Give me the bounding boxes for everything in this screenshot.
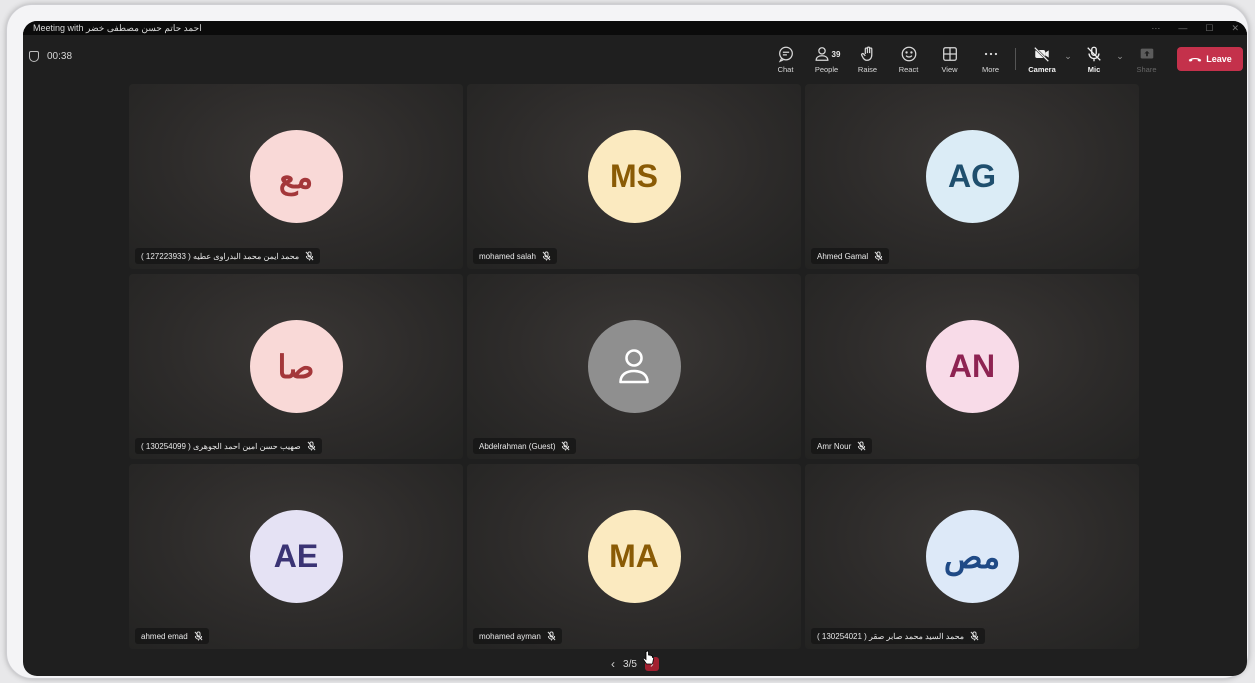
- camera-options-chevron-icon[interactable]: ⌄: [1062, 51, 1074, 62]
- device-frame: Meeting with احمد حاتم حسن مصطفى خضر ⋯ —…: [6, 4, 1249, 679]
- smiley-icon: [901, 46, 916, 61]
- mic-off-icon: [1087, 46, 1101, 61]
- minimize-icon[interactable]: —: [1178, 21, 1187, 35]
- gallery-pager: ‹ 3/5 ›: [23, 652, 1247, 676]
- avatar: MA: [587, 510, 681, 603]
- mic-muted-icon: [547, 631, 556, 641]
- participant-tile[interactable]: مع محمد ايمن محمد البدراوى عطيه ( 127223…: [129, 84, 463, 269]
- view-button[interactable]: View: [929, 41, 970, 77]
- people-icon: [815, 46, 829, 61]
- person-placeholder-icon: [619, 348, 649, 383]
- participant-tile[interactable]: Abdelrahman (Guest): [467, 274, 801, 459]
- share-button[interactable]: Share: [1126, 41, 1167, 77]
- participant-tile[interactable]: MS mohamed salah: [467, 84, 801, 269]
- participant-tile[interactable]: AN Amr Nour: [805, 274, 1139, 459]
- more-button[interactable]: More: [970, 41, 1011, 77]
- camera-off-icon: [1033, 46, 1050, 62]
- chat-button[interactable]: Chat: [765, 41, 806, 77]
- participant-tile[interactable]: صا صهيب حسن امين احمد الجوهرى ( 13025409…: [129, 274, 463, 459]
- mic-button[interactable]: Mic: [1074, 41, 1114, 77]
- participant-name: صهيب حسن امين احمد الجوهرى ( 130254099 ): [141, 441, 301, 451]
- avatar: MS: [587, 130, 681, 223]
- mic-options-chevron-icon[interactable]: ⌄: [1114, 51, 1126, 62]
- react-button[interactable]: React: [888, 41, 929, 77]
- hand-icon: [860, 45, 872, 61]
- participant-tile[interactable]: MA mohamed ayman: [467, 464, 801, 649]
- raise-hand-button[interactable]: Raise: [847, 41, 888, 77]
- share-screen-icon: [1140, 48, 1153, 58]
- maximize-icon[interactable]: ☐: [1205, 21, 1213, 35]
- leave-button[interactable]: Leave: [1177, 47, 1243, 71]
- participant-name: ahmed emad: [141, 631, 188, 641]
- avatar: [587, 320, 681, 413]
- participant-name: محمد السيد محمد صابر صقر ( 130254021 ): [817, 631, 965, 641]
- toolbar-actions: Chat 39 People Raise React View More Cam…: [765, 41, 1247, 77]
- more-options-icon[interactable]: ⋯: [1151, 21, 1160, 35]
- participant-name-chip: محمد السيد محمد صابر صقر ( 130254021 ): [811, 628, 986, 644]
- participant-name: Amr Nour: [817, 441, 852, 451]
- participant-tile[interactable]: AE ahmed emad: [129, 464, 463, 649]
- participant-name: mohamed salah: [479, 251, 536, 261]
- participant-name-chip: ahmed emad: [135, 628, 209, 644]
- people-count: 39: [831, 50, 841, 59]
- avatar: مص: [925, 510, 1019, 603]
- participant-tile[interactable]: AG Ahmed Gamal: [805, 84, 1139, 269]
- close-icon[interactable]: ✕: [1231, 21, 1239, 35]
- window-title: Meeting with احمد حاتم حسن مصطفى خضر: [33, 23, 202, 33]
- participant-name-chip: Amr Nour: [811, 438, 873, 454]
- mouse-pointer-icon: [643, 650, 655, 665]
- mic-muted-icon: [562, 441, 570, 451]
- mic-muted-icon: [874, 251, 883, 261]
- participant-name-chip: صهيب حسن امين احمد الجوهرى ( 130254099 ): [135, 438, 322, 454]
- mic-muted-icon: [305, 251, 314, 261]
- mic-muted-icon: [970, 631, 979, 641]
- participant-name-chip: محمد ايمن محمد البدراوى عطيه ( 127223933…: [135, 248, 321, 264]
- participant-name-chip: mohamed salah: [473, 248, 557, 264]
- grid-view-icon: [942, 46, 957, 61]
- toolbar-divider: [1015, 48, 1016, 70]
- teams-meeting-window: Meeting with احمد حاتم حسن مصطفى خضر ⋯ —…: [23, 21, 1247, 676]
- participant-tile[interactable]: مص محمد السيد محمد صابر صقر ( 130254021 …: [805, 464, 1139, 649]
- avatar: مع: [249, 130, 343, 223]
- camera-button[interactable]: Camera: [1022, 41, 1062, 77]
- mic-muted-icon: [857, 441, 866, 451]
- participant-name: محمد ايمن محمد البدراوى عطيه ( 127223933…: [141, 251, 300, 261]
- mic-muted-icon: [542, 251, 551, 261]
- participant-name: Ahmed Gamal: [817, 251, 869, 261]
- window-controls: ⋯ — ☐ ✕: [1151, 21, 1239, 35]
- mic-muted-icon: [194, 631, 203, 641]
- ellipsis-icon: [984, 52, 997, 55]
- page-indicator: 3/5: [623, 658, 637, 670]
- mic-muted-icon: [307, 441, 316, 451]
- people-button[interactable]: 39 People: [806, 41, 847, 77]
- title-bar: Meeting with احمد حاتم حسن مصطفى خضر ⋯ —…: [23, 21, 1247, 35]
- avatar: AN: [925, 320, 1019, 413]
- avatar: AE: [249, 510, 343, 603]
- meeting-timer: 00:38: [29, 51, 72, 62]
- chat-icon: [778, 46, 793, 62]
- participant-name: Abdelrahman (Guest): [479, 441, 556, 451]
- participant-name: mohamed ayman: [479, 631, 541, 641]
- meeting-toolbar: 00:38 Chat 39 People Raise React View Mo…: [23, 35, 1247, 83]
- participant-name-chip: mohamed ayman: [473, 628, 562, 644]
- hang-up-icon: [1188, 57, 1202, 62]
- previous-page-icon[interactable]: ‹: [611, 657, 615, 671]
- participant-name-chip: Abdelrahman (Guest): [473, 438, 577, 454]
- participant-name-chip: Ahmed Gamal: [811, 248, 890, 264]
- participant-grid: مع محمد ايمن محمد البدراوى عطيه ( 127223…: [129, 84, 1140, 652]
- shield-icon: [29, 51, 39, 62]
- avatar: صا: [249, 320, 343, 413]
- timer-text: 00:38: [47, 51, 73, 62]
- avatar: AG: [925, 130, 1019, 223]
